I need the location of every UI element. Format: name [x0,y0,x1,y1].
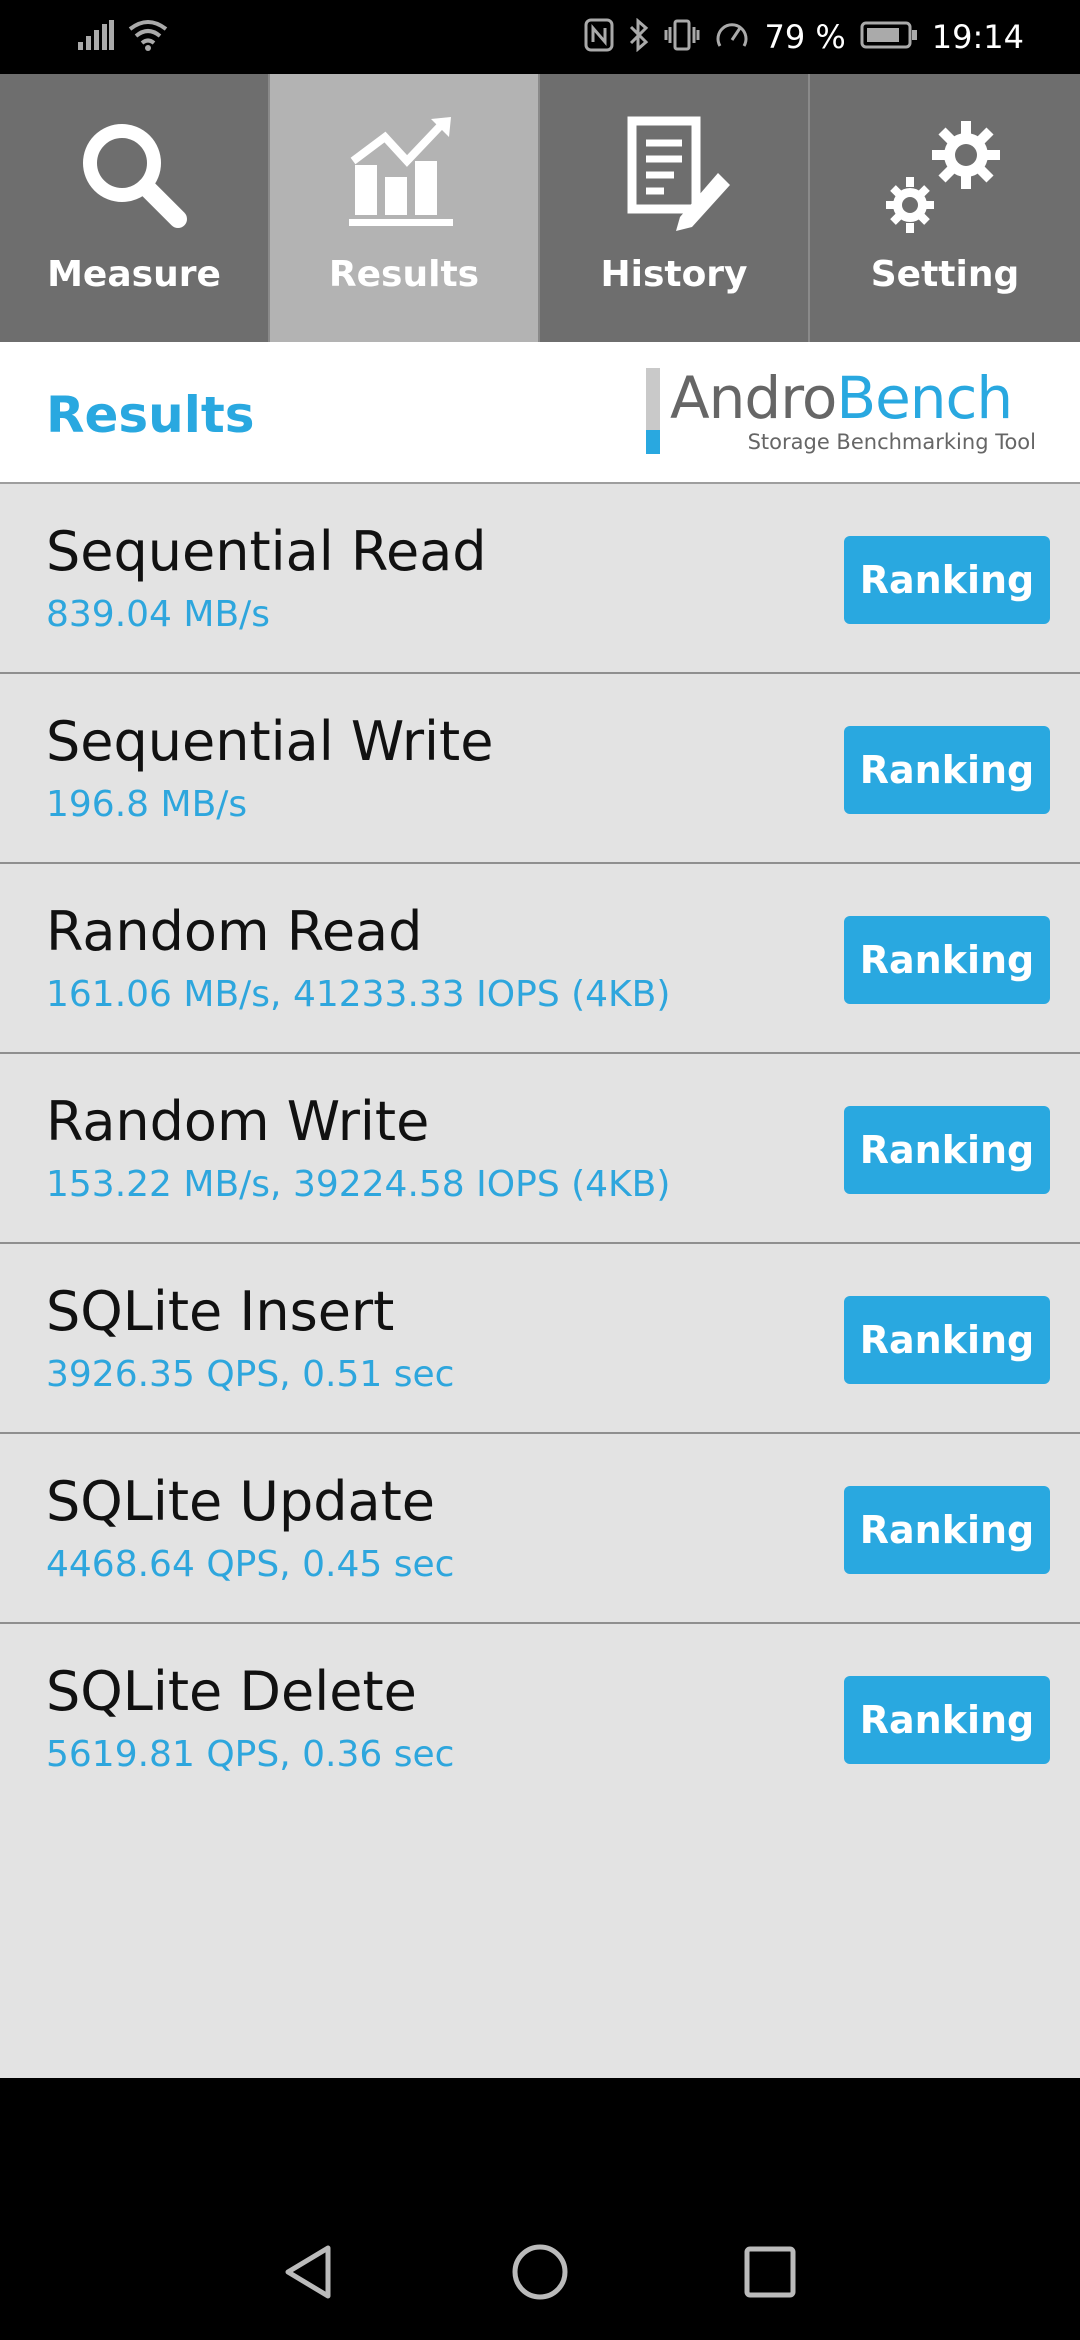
tab-history-label: History [600,254,748,295]
result-name: Random Write [46,1090,430,1153]
ranking-button[interactable]: Ranking [844,1486,1050,1574]
tab-results[interactable]: Results [270,74,540,342]
result-row-random-write: Random Write 153.22 MB/s, 39224.58 IOPS … [0,1054,1080,1244]
androbench-logo: AndroBench Storage Benchmarking Tool [646,364,1036,464]
home-circle-icon [510,2242,570,2306]
bluetooth-icon [628,17,650,56]
ranking-button[interactable]: Ranking [844,1676,1050,1764]
tab-measure[interactable]: Measure [0,74,270,342]
back-triangle-icon [280,2242,336,2306]
gears-icon [880,115,1010,239]
recents-square-icon [743,2245,797,2303]
result-row-random-read: Random Read 161.06 MB/s, 41233.33 IOPS (… [0,864,1080,1054]
battery-icon [860,21,918,53]
recents-button[interactable] [734,2238,806,2310]
result-value: 839.04 MB/s [46,594,271,635]
result-name: SQLite Delete [46,1660,417,1723]
result-row-sequential-read: Sequential Read 839.04 MB/s Ranking [0,484,1080,674]
result-row-sqlite-delete: SQLite Delete 5619.81 QPS, 0.36 sec Rank… [0,1624,1080,1814]
tab-setting-label: Setting [870,254,1020,295]
tab-setting[interactable]: Setting [810,74,1080,342]
results-list: Sequential Read 839.04 MB/s Ranking Sequ… [0,484,1080,2078]
vibrate-icon [664,18,700,56]
result-row-sqlite-insert: SQLite Insert 3926.35 QPS, 0.51 sec Rank… [0,1244,1080,1434]
chart-icon [349,115,459,239]
ranking-button[interactable]: Ranking [844,1296,1050,1384]
result-value: 161.06 MB/s, 41233.33 IOPS (4KB) [46,974,671,1015]
page-title: Results [46,386,255,444]
result-value: 3926.35 QPS, 0.51 sec [46,1354,455,1395]
ranking-button[interactable]: Ranking [844,726,1050,814]
result-name: Sequential Read [46,520,487,583]
system-navigation-bar [0,2078,1080,2340]
logo-wordmark: AndroBench [670,364,1013,432]
result-name: SQLite Insert [46,1280,395,1343]
clock: 19:14 [931,18,1024,56]
ranking-button[interactable]: Ranking [844,536,1050,624]
tab-bar: Measure Results History Setting [0,74,1080,342]
result-row-sqlite-update: SQLite Update 4468.64 QPS, 0.45 sec Rank… [0,1434,1080,1624]
result-name: Sequential Write [46,710,494,773]
logo-tagline: Storage Benchmarking Tool [747,430,1036,454]
logo-bar-blue [646,430,660,454]
result-value: 4468.64 QPS, 0.45 sec [46,1544,455,1585]
signal-icon [78,20,114,54]
logo-bar-grey [646,368,660,430]
back-button[interactable] [272,2238,344,2310]
home-button[interactable] [504,2238,576,2310]
tab-measure-label: Measure [47,254,221,295]
logo-word-andro: Andro [670,364,837,432]
nfc-icon [584,18,614,56]
results-header: Results AndroBench Storage Benchmarking … [0,342,1080,484]
ranking-button[interactable]: Ranking [844,916,1050,1004]
magnifier-icon [74,115,194,239]
result-name: Random Read [46,900,423,963]
result-row-sequential-write: Sequential Write 196.8 MB/s Ranking [0,674,1080,864]
result-value: 196.8 MB/s [46,784,248,825]
ranking-button[interactable]: Ranking [844,1106,1050,1194]
result-name: SQLite Update [46,1470,435,1533]
tab-results-label: Results [328,254,480,295]
power-saving-icon [714,18,750,56]
result-value: 153.22 MB/s, 39224.58 IOPS (4KB) [46,1164,671,1205]
status-bar: 79 % 19:14 [0,0,1080,74]
logo-word-bench: Bench [836,364,1013,432]
battery-percent: 79 % [764,18,846,56]
tab-history[interactable]: History [540,74,810,342]
result-value: 5619.81 QPS, 0.36 sec [46,1734,455,1775]
wifi-icon [128,19,168,55]
document-pencil-icon [614,115,734,239]
